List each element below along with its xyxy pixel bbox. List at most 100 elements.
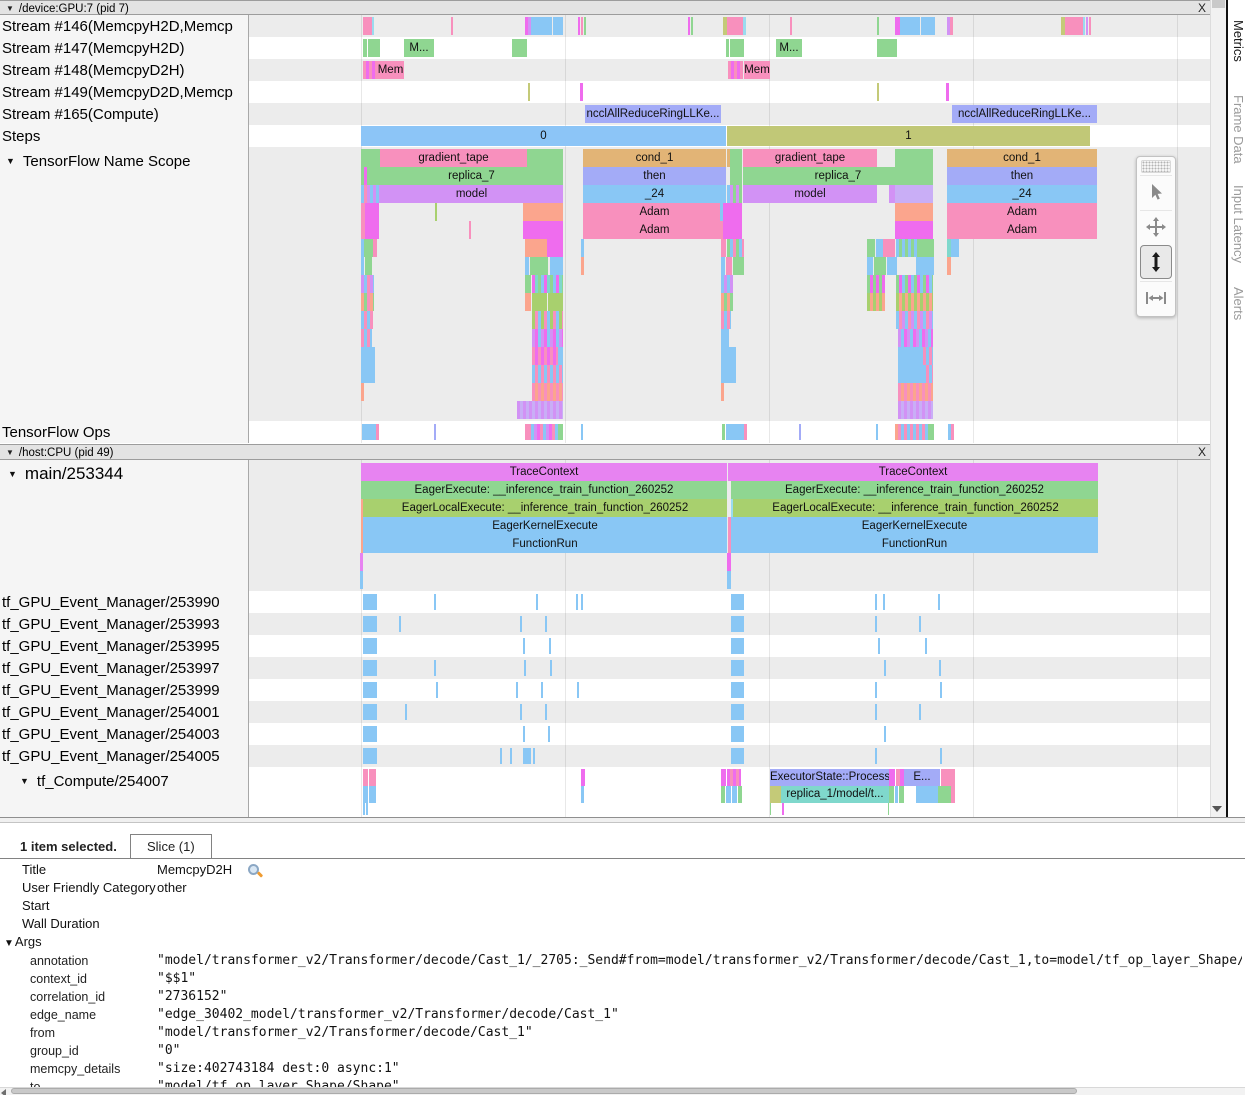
trace-slice[interactable] [888, 803, 889, 815]
trace-slice[interactable] [691, 17, 693, 35]
scroll-down-arrow-icon[interactable] [1212, 806, 1222, 812]
palette-drag-handle[interactable] [1141, 160, 1171, 173]
trace-slice[interactable] [361, 257, 364, 275]
trace-slice[interactable] [548, 293, 563, 311]
trace-slice[interactable] [722, 424, 725, 440]
trace-slice[interactable] [532, 347, 558, 365]
trace-slice[interactable] [553, 17, 563, 35]
trace-slice[interactable] [405, 704, 407, 720]
trace-slice[interactable] [367, 185, 380, 203]
trace-slice[interactable] [580, 83, 583, 101]
trace-slice[interactable] [877, 39, 897, 57]
trace-slice[interactable] [899, 786, 904, 803]
trace-slice[interactable] [731, 704, 744, 720]
trace-slice[interactable] [923, 347, 933, 365]
trace-slice[interactable] [523, 726, 525, 742]
trace-slice[interactable] [528, 83, 530, 101]
trace-slice[interactable] [743, 17, 746, 35]
vertical-scrollbar[interactable] [1210, 0, 1226, 817]
trace-slice[interactable] [1083, 17, 1085, 35]
trace-slice[interactable] [732, 786, 737, 803]
trace-slice[interactable] [726, 424, 744, 440]
trace-slice[interactable] [581, 239, 584, 257]
trace-slice[interactable]: EagerLocalExecute: __inference_train_fun… [733, 499, 1098, 517]
trace-slice[interactable] [361, 275, 374, 293]
trace-slice[interactable] [363, 17, 372, 35]
trace-slice[interactable] [361, 365, 375, 383]
trace-slice[interactable] [1089, 17, 1091, 35]
trace-slice[interactable] [731, 660, 744, 676]
trace-slice[interactable] [867, 257, 873, 275]
trace-slice[interactable]: replica_7 [380, 167, 563, 185]
trace-slice[interactable] [510, 748, 512, 764]
timing-tool-button[interactable] [1140, 281, 1172, 314]
tab-input-latency[interactable]: Input Latency [1231, 185, 1245, 263]
trace-slice[interactable] [532, 275, 563, 293]
trace-slice[interactable] [946, 83, 949, 101]
trace-slice[interactable]: E... [904, 769, 940, 786]
trace-slice[interactable] [723, 203, 742, 221]
trace-slice[interactable] [558, 424, 563, 440]
trace-slice[interactable] [728, 61, 743, 79]
collapse-icon[interactable]: ▼ [6, 1, 14, 16]
trace-slice[interactable] [528, 424, 558, 440]
trace-slice[interactable]: ExecutorState::Process [770, 769, 889, 786]
trace-slice[interactable] [721, 329, 729, 347]
trace-slice[interactable] [951, 424, 954, 440]
trace-slice[interactable] [366, 803, 368, 815]
trace-slice[interactable]: M... [776, 39, 802, 57]
trace-slice[interactable] [361, 149, 380, 167]
trace-slice[interactable] [581, 769, 585, 786]
trace-slice[interactable]: model [380, 185, 563, 203]
trace-slice[interactable] [727, 17, 743, 35]
trace-slice[interactable] [363, 803, 365, 815]
trace-slice[interactable] [799, 424, 801, 440]
trace-slice[interactable] [520, 704, 522, 720]
trace-slice[interactable] [525, 293, 531, 311]
scroll-left-arrow-icon[interactable] [1, 1089, 6, 1095]
trace-slice[interactable] [721, 311, 731, 329]
trace-slice[interactable] [919, 704, 921, 720]
trace-slice[interactable] [731, 616, 744, 632]
trace-slice[interactable] [516, 682, 518, 698]
trace-slice[interactable] [434, 594, 436, 610]
trace-slice[interactable] [898, 401, 933, 419]
trace-slice[interactable]: EagerLocalExecute: __inference_train_fun… [363, 499, 727, 517]
trace-slice[interactable]: TraceContext [361, 463, 727, 481]
trace-slice[interactable]: cond_1 [583, 149, 726, 167]
trace-slice[interactable] [361, 311, 373, 329]
gpu-panel-close-button[interactable]: X [1194, 1, 1210, 16]
trace-slice[interactable] [363, 786, 368, 803]
track-label[interactable]: ▼tf_Compute/254007 [0, 771, 169, 791]
trace-slice[interactable]: 0 [361, 126, 726, 146]
trace-slice[interactable]: TraceContext [728, 463, 1098, 481]
trace-slice[interactable] [878, 638, 880, 654]
trace-slice[interactable] [726, 39, 729, 57]
trace-slice[interactable] [731, 726, 744, 742]
trace-slice[interactable] [549, 638, 551, 654]
trace-slice[interactable] [581, 786, 584, 803]
trace-slice[interactable] [916, 786, 938, 803]
trace-slice[interactable] [550, 257, 563, 275]
trace-slice[interactable] [733, 257, 744, 275]
trace-slice[interactable] [581, 424, 583, 440]
trace-slice[interactable] [875, 616, 877, 632]
trace-slice[interactable] [369, 769, 376, 786]
trace-slice[interactable] [361, 347, 375, 365]
trace-slice[interactable] [940, 748, 942, 764]
trace-slice[interactable] [558, 347, 563, 365]
trace-slice[interactable] [436, 682, 438, 698]
trace-slice[interactable] [875, 682, 877, 698]
trace-slice[interactable] [721, 293, 733, 311]
trace-slice[interactable] [883, 594, 885, 610]
trace-slice[interactable] [360, 553, 363, 571]
trace-slice[interactable] [399, 616, 401, 632]
trace-slice[interactable]: _24 [947, 185, 1097, 203]
trace-slice[interactable] [928, 424, 934, 440]
trace-slice[interactable] [545, 616, 547, 632]
trace-slice[interactable]: then [947, 167, 1097, 185]
trace-slice[interactable] [744, 424, 747, 440]
trace-slice[interactable] [727, 571, 731, 589]
trace-slice[interactable] [896, 311, 933, 329]
trace-slice[interactable] [548, 726, 550, 742]
